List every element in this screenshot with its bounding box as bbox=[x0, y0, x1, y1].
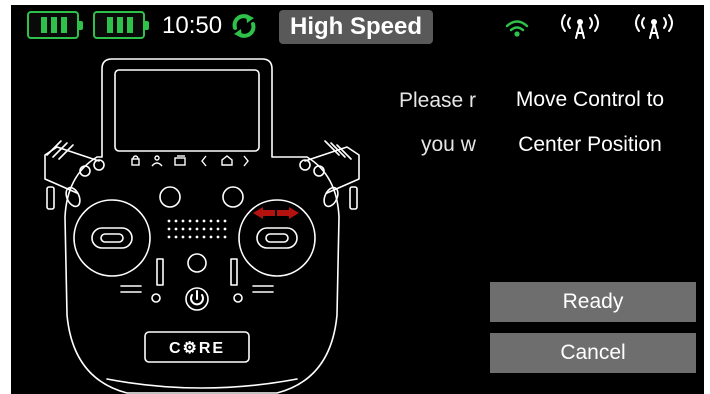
dialog-message-line: Move Control to bbox=[515, 88, 665, 111]
center-position-dialog: Move Control to Center Position Ready Ca… bbox=[480, 67, 704, 394]
transmitter-image: C⚙RE bbox=[44, 58, 360, 394]
antenna-icon bbox=[635, 14, 673, 39]
wifi-icon bbox=[505, 20, 529, 37]
device-screen: 10:50 High Speed C⚙RE Please r you w Mov… bbox=[11, 5, 704, 394]
dialog-message-line: Center Position bbox=[518, 133, 662, 156]
receiver-battery-icon bbox=[93, 11, 149, 39]
sync-icon bbox=[232, 14, 256, 38]
mode-badge[interactable]: High Speed bbox=[279, 10, 433, 44]
antenna-icon bbox=[561, 14, 599, 39]
clock-time: 10:50 bbox=[162, 12, 223, 39]
transmitter-battery-icon bbox=[27, 11, 83, 39]
ready-button[interactable]: Ready bbox=[490, 282, 696, 322]
cancel-button[interactable]: Cancel bbox=[490, 333, 696, 373]
background-message-line: Please r bbox=[399, 89, 477, 112]
transmitter-logo: C⚙RE bbox=[169, 340, 225, 357]
background-message-line: you w bbox=[421, 133, 476, 156]
